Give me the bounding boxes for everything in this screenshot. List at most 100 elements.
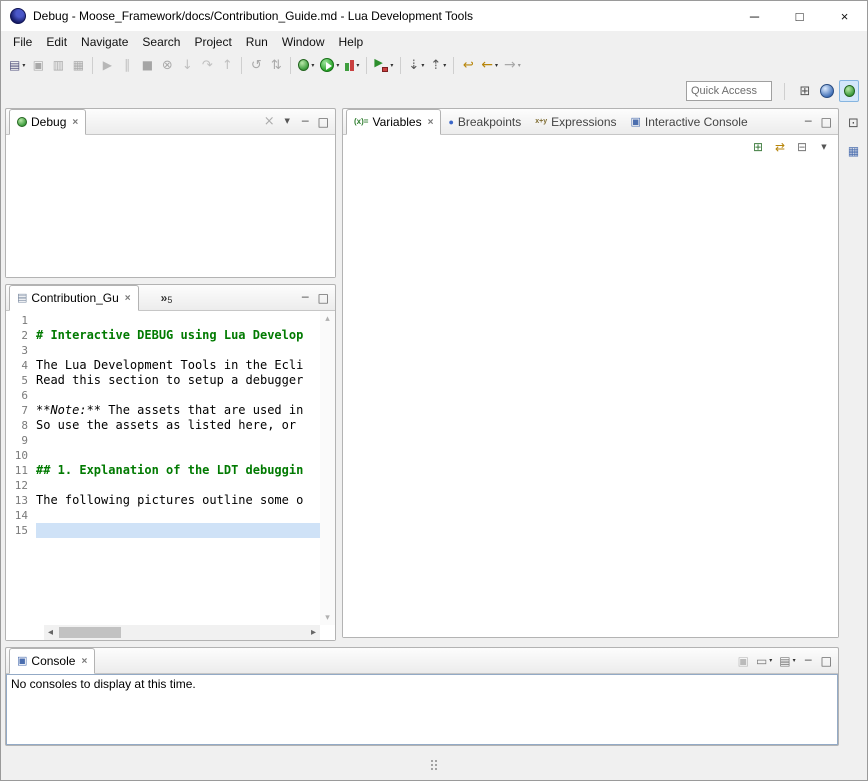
menu-window[interactable]: Window xyxy=(275,33,332,51)
terminate-button: ■ xyxy=(137,54,157,76)
editor-line[interactable]: 10 xyxy=(6,448,320,463)
tab-expressions[interactable]: x+yExpressions xyxy=(528,109,623,134)
save-all-button: ▥ xyxy=(48,54,68,76)
open-perspective-button[interactable]: ⊞ xyxy=(795,80,815,102)
debug-minimize-button[interactable]: ─ xyxy=(297,113,314,131)
console-minimize-button[interactable]: ─ xyxy=(800,652,817,670)
debug-maximize-button[interactable]: □ xyxy=(315,113,332,131)
new-file-icon: ▤ xyxy=(9,59,20,71)
coverage-icon xyxy=(345,59,354,71)
restore-view-icon: ⊡ xyxy=(848,117,859,130)
tab-console[interactable]: ▣ Console × xyxy=(9,648,95,674)
quick-access-input[interactable] xyxy=(686,81,772,101)
close-tab-icon[interactable]: × xyxy=(125,293,131,304)
menu-file[interactable]: File xyxy=(6,33,39,51)
last-edit-location-icon: ↩ xyxy=(463,59,474,72)
coverage-button[interactable]: ▾ xyxy=(342,54,362,76)
dropdown-arrow-icon: ▾ xyxy=(421,62,424,69)
scroll-left-icon[interactable]: ◂ xyxy=(44,627,57,638)
variables-minimize-button[interactable]: ─ xyxy=(800,113,817,131)
right-panel: (x)=Variables×●Breakpointsx+yExpressions… xyxy=(342,108,839,638)
tab-debug[interactable]: Debug × xyxy=(9,109,86,135)
open-console-button[interactable]: ▤▾ xyxy=(776,652,798,670)
editor-line[interactable]: 4The Lua Development Tools in the Ecli xyxy=(6,358,320,373)
editor-line[interactable]: 5Read this section to setup a debugger xyxy=(6,373,320,388)
line-text: The Lua Development Tools in the Ecli xyxy=(36,358,320,373)
editor-tabbar: ▤ Contribution_Gu × » 5 ─□ xyxy=(6,285,335,311)
collapse-all-button[interactable]: ⊟ xyxy=(792,136,812,158)
logical-structures-icon: ⇄ xyxy=(775,141,785,153)
minimized-views-strip: ⊡▦ xyxy=(840,104,867,780)
show-logical-structures-button[interactable]: ⇄ xyxy=(770,136,790,158)
menu-search[interactable]: Search xyxy=(135,33,187,51)
sash-grip[interactable] xyxy=(431,760,437,770)
minimize-icon: ─ xyxy=(302,116,309,127)
vertical-scrollbar[interactable]: ▴ ▾ xyxy=(320,311,335,625)
editor-line[interactable]: 11## 1. Explanation of the LDT debuggin xyxy=(6,463,320,478)
editor-line[interactable]: 1 xyxy=(6,313,320,328)
menu-edit[interactable]: Edit xyxy=(39,33,74,51)
editor-line[interactable]: 9 xyxy=(6,433,320,448)
menu-help[interactable]: Help xyxy=(332,33,371,51)
menu-run[interactable]: Run xyxy=(239,33,275,51)
console-icon: ▣ xyxy=(17,656,27,667)
debug-perspective-button[interactable] xyxy=(839,80,859,102)
scroll-down-icon[interactable]: ▾ xyxy=(320,612,335,623)
previous-annotation-button[interactable]: ⇡▾ xyxy=(427,54,449,76)
lua-perspective-button[interactable] xyxy=(817,80,837,102)
external-tools-button[interactable]: ▶▾ xyxy=(371,54,396,76)
line-number: 7 xyxy=(6,403,36,418)
next-annotation-button[interactable]: ⇣▾ xyxy=(405,54,427,76)
restore-view-button[interactable]: ⊡ xyxy=(844,112,864,134)
line-number: 10 xyxy=(6,448,36,463)
scroll-right-icon[interactable]: ▸ xyxy=(307,627,320,638)
step-filters-icon: ⇅ xyxy=(271,59,282,72)
dropdown-arrow-icon: ▾ xyxy=(336,62,339,69)
display-selected-console-button[interactable]: ▭▾ xyxy=(753,652,775,670)
editor-line[interactable]: 3 xyxy=(6,343,320,358)
close-button[interactable]: × xyxy=(822,1,867,31)
run-button[interactable]: ▾ xyxy=(317,54,342,76)
new-wizard-button[interactable]: ▤▾ xyxy=(6,54,28,76)
editor-line[interactable]: 12 xyxy=(6,478,320,493)
editor-line[interactable]: 14 xyxy=(6,508,320,523)
editor-line[interactable]: 13The following pictures outline some o xyxy=(6,493,320,508)
use-step-filters-button: ⇅ xyxy=(266,54,286,76)
editor-line[interactable]: 6 xyxy=(6,388,320,403)
minimize-button[interactable]: ─ xyxy=(732,1,777,31)
editor-line[interactable]: 8So use the assets as listed here, or xyxy=(6,418,320,433)
close-tab-icon[interactable]: × xyxy=(72,117,78,128)
menu-project[interactable]: Project xyxy=(187,33,238,51)
menu-navigate[interactable]: Navigate xyxy=(74,33,135,51)
variables-view-menu-button[interactable]: ▼ xyxy=(814,136,834,158)
console-body[interactable]: No consoles to display at this time. xyxy=(6,674,838,745)
editor-line[interactable]: 2# Interactive DEBUG using Lua Develop xyxy=(6,328,320,343)
tab-variables[interactable]: (x)=Variables× xyxy=(346,109,441,135)
close-tab-icon[interactable]: × xyxy=(81,656,87,667)
close-tab-icon[interactable]: × xyxy=(428,117,434,128)
debug-view-menu-button[interactable]: ▼ xyxy=(279,113,296,131)
hidden-editors-chevron[interactable]: » 5 xyxy=(157,285,177,310)
console-maximize-button[interactable]: □ xyxy=(818,652,835,670)
maximize-button[interactable]: □ xyxy=(777,1,822,31)
tab-interactive-console[interactable]: ▣Interactive Console xyxy=(624,109,755,134)
variables-maximize-button[interactable]: □ xyxy=(818,113,835,131)
show-type-names-button[interactable]: ⊞ xyxy=(748,136,768,158)
line-text: ## 1. Explanation of the LDT debuggin xyxy=(36,463,320,478)
toolbar-separator xyxy=(784,83,785,100)
step-over-button: ↷ xyxy=(197,54,217,76)
scroll-up-icon[interactable]: ▴ xyxy=(320,313,335,324)
editor-line[interactable]: 15 xyxy=(6,523,320,538)
editor-line[interactable]: 7**Note:** The assets that are used in xyxy=(6,403,320,418)
editor-minimize-button[interactable]: ─ xyxy=(297,289,314,307)
last-edit-location-button[interactable]: ↩ xyxy=(458,54,478,76)
tab-contribution-guide[interactable]: ▤ Contribution_Gu × xyxy=(9,285,139,311)
tab-breakpoints[interactable]: ●Breakpoints xyxy=(441,109,528,134)
editor-body[interactable]: 12# Interactive DEBUG using Lua Develop3… xyxy=(6,311,335,640)
debug-button[interactable]: ▾ xyxy=(295,54,317,76)
horizontal-scrollbar[interactable]: ◂ ▸ xyxy=(44,625,320,640)
minimized-views-button[interactable]: ▦ xyxy=(844,140,864,162)
editor-maximize-button[interactable]: □ xyxy=(315,289,332,307)
back-button[interactable]: ←▾ xyxy=(478,54,501,76)
scroll-thumb[interactable] xyxy=(59,627,121,638)
